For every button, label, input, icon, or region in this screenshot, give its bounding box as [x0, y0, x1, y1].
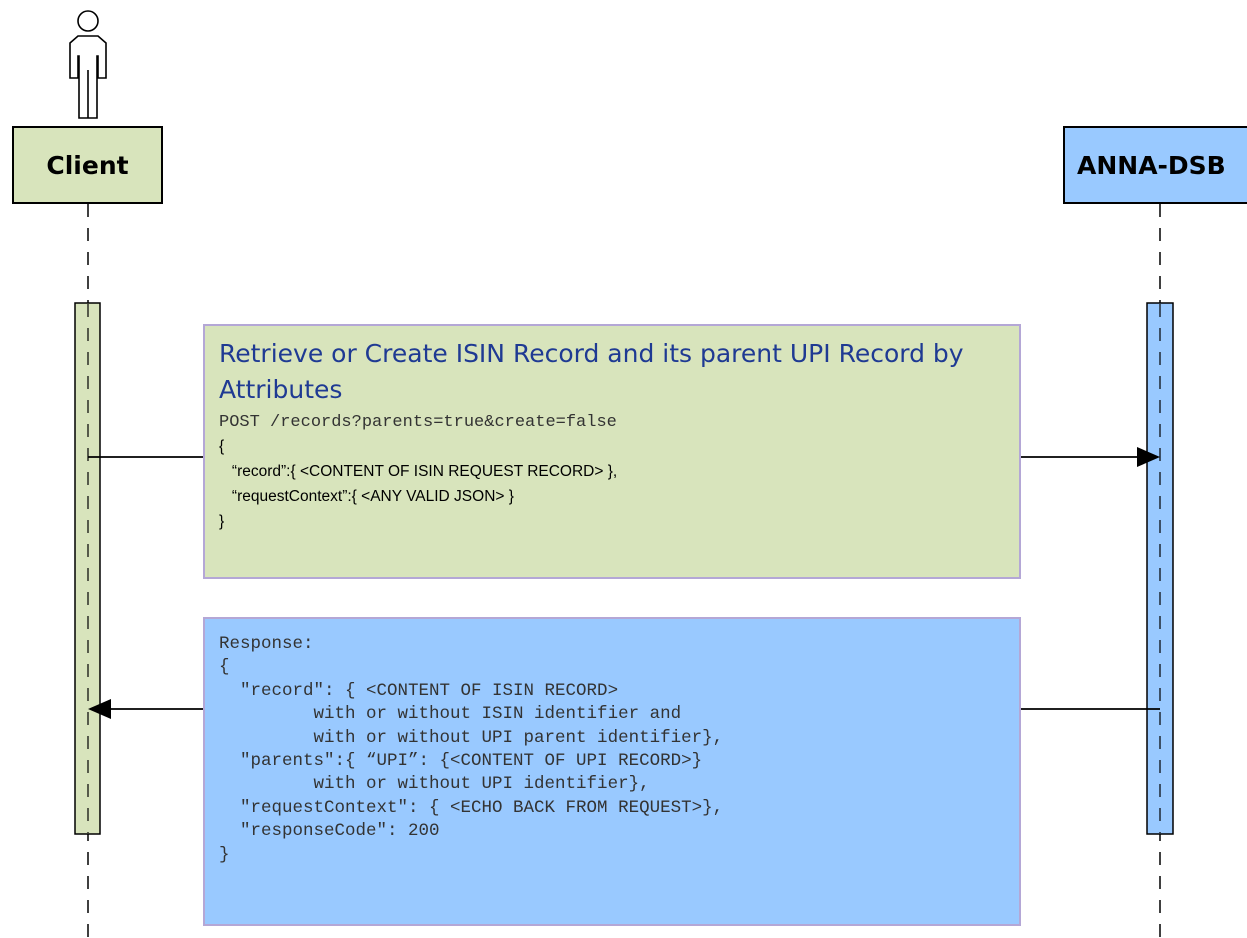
- request-body-line: “requestContext”:{ <ANY VALID JSON> }: [219, 488, 514, 505]
- response-line: with or without ISIN identifier and: [219, 704, 682, 725]
- request-endpoint: POST /records?parents=true&create=false: [219, 413, 617, 432]
- response-line: "responseCode": 200: [219, 821, 440, 842]
- server-label: ANNA-DSB: [1077, 150, 1226, 180]
- request-body-line: {: [219, 438, 225, 455]
- response-line: with or without UPI parent identifier},: [219, 727, 724, 748]
- request-body-line: “record”:{ <CONTENT OF ISIN REQUEST RECO…: [219, 463, 618, 480]
- response-line: }: [219, 844, 230, 865]
- server-participant-box: ANNA-DSB: [1063, 126, 1247, 204]
- client-participant-box: Client: [12, 126, 163, 204]
- request-body-line: }: [219, 513, 225, 530]
- request-body: { “record”:{ <CONTENT OF ISIN REQUEST RE…: [219, 434, 1019, 534]
- client-actor-icon: [69, 10, 107, 119]
- response-line: "requestContext": { <ECHO BACK FROM REQU…: [219, 797, 724, 818]
- response-line: "record": { <CONTENT OF ISIN RECORD>: [219, 680, 619, 701]
- request-message-note: Retrieve or Create ISIN Record and its p…: [203, 324, 1021, 579]
- response-line: Response:: [219, 634, 314, 654]
- client-label: Client: [46, 150, 129, 180]
- response-line: with or without UPI identifier},: [219, 774, 650, 795]
- response-line: {: [219, 657, 230, 678]
- response-line: "parents":{ “UPI”: {<CONTENT OF UPI RECO…: [219, 751, 703, 772]
- request-title: Retrieve or Create ISIN Record and its p…: [219, 339, 964, 404]
- response-message-note: Response: { "record": { <CONTENT OF ISIN…: [203, 617, 1021, 926]
